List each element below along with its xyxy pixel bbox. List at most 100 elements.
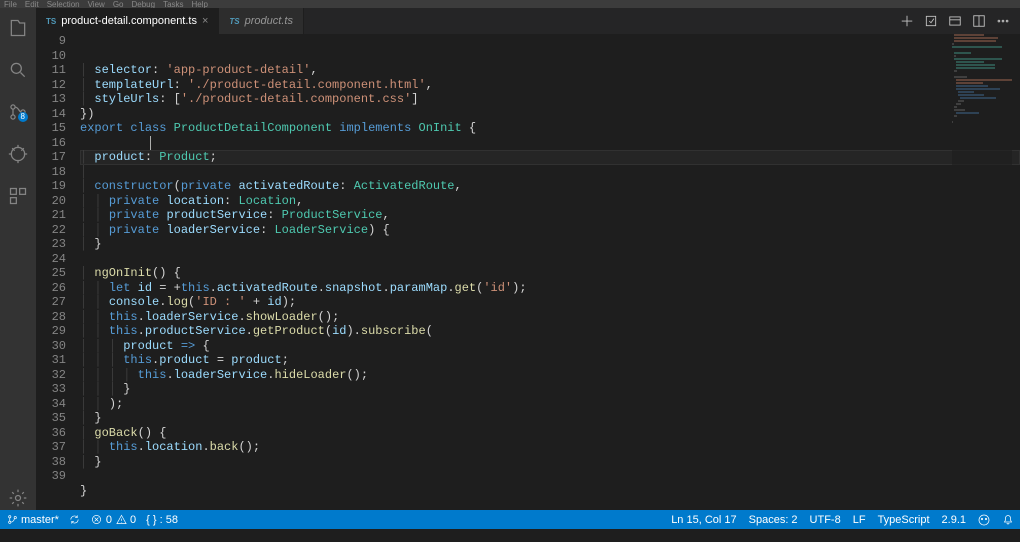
code-line[interactable]: │ │ this.location.back(); (80, 440, 1020, 455)
line-number: 13 (36, 92, 66, 107)
minimap[interactable] (952, 34, 1012, 510)
line-number: 37 (36, 440, 66, 455)
typescript-file-icon: TS (46, 17, 56, 26)
language-mode[interactable]: TypeScript (878, 514, 930, 526)
code-line[interactable]: │ │ │ } (80, 382, 1020, 397)
line-number: 20 (36, 194, 66, 209)
more-icon[interactable] (996, 14, 1010, 28)
line-number: 12 (36, 78, 66, 93)
code-line[interactable]: │ │ ); (80, 397, 1020, 412)
scm-badge: 8 (18, 112, 28, 122)
split-editor-icon[interactable] (972, 14, 986, 28)
code-content[interactable]: │ selector: 'app-product-detail',│ templ… (80, 34, 1020, 510)
typescript-file-icon: TS (229, 17, 239, 26)
feedback-icon[interactable] (978, 514, 990, 526)
close-icon[interactable]: × (202, 15, 208, 27)
sync-button[interactable] (69, 514, 81, 526)
code-editor[interactable]: 9101112131415161718192021222324252627282… (36, 34, 1020, 510)
ts-version[interactable]: 2.9.1 (942, 514, 966, 526)
code-line[interactable]: │ product: Product; (80, 150, 1020, 165)
notifications-icon[interactable] (1002, 514, 1014, 526)
warning-count: 0 (130, 514, 136, 526)
code-line[interactable]: │ templateUrl: './product-detail.compone… (80, 78, 1020, 93)
code-line[interactable]: │ │ this.loaderService.showLoader(); (80, 310, 1020, 325)
code-line[interactable]: │ ngOnInit() { (80, 266, 1020, 281)
line-number: 34 (36, 397, 66, 412)
code-line[interactable]: │ } (80, 237, 1020, 252)
sync-icon (69, 514, 81, 526)
line-number: 30 (36, 339, 66, 354)
code-line[interactable]: │ │ console.log('ID : ' + id); (80, 295, 1020, 310)
menubar[interactable]: File Edit Selection View Go Debug Tasks … (0, 0, 1020, 8)
code-line[interactable]: │ │ private location: Location, (80, 194, 1020, 209)
code-line[interactable]: │ │ private productService: ProductServi… (80, 208, 1020, 223)
code-line[interactable]: } (80, 484, 1020, 499)
line-number: 22 (36, 223, 66, 238)
search-icon[interactable] (6, 58, 30, 82)
preview-icon[interactable] (948, 14, 962, 28)
line-number: 16 (36, 136, 66, 151)
git-branch[interactable]: master* (6, 514, 59, 526)
open-changes-icon[interactable] (924, 14, 938, 28)
line-number: 26 (36, 281, 66, 296)
tab-label: product-detail.component.ts (61, 15, 197, 27)
code-line[interactable]: │ │ let id = +this.activatedRoute.snapsh… (80, 281, 1020, 296)
code-line[interactable] (80, 252, 1020, 267)
line-number: 38 (36, 455, 66, 470)
error-icon (91, 514, 103, 526)
branch-name: master* (21, 514, 59, 526)
line-number: 28 (36, 310, 66, 325)
cursor-position[interactable]: Ln 15, Col 17 (671, 514, 736, 526)
compare-changes-icon[interactable] (900, 14, 914, 28)
problems[interactable]: 0 0 (91, 514, 136, 526)
line-number: 10 (36, 49, 66, 64)
code-line[interactable]: │ (80, 165, 1020, 180)
code-line[interactable]: │ │ │ this.product = product; (80, 353, 1020, 368)
code-line[interactable]: │ } (80, 455, 1020, 470)
line-number: 33 (36, 382, 66, 397)
code-line[interactable]: │ goBack() { (80, 426, 1020, 441)
tab-product-ts[interactable]: TS product.ts (219, 8, 304, 34)
debug-icon[interactable] (6, 142, 30, 166)
line-number: 29 (36, 324, 66, 339)
status-bar: master* 0 0 { } : 58 Ln 15, Col 17 Space… (0, 510, 1020, 529)
code-line[interactable] (80, 469, 1020, 484)
line-number: 25 (36, 266, 66, 281)
extensions-icon[interactable] (6, 184, 30, 208)
code-line[interactable]: }) (80, 107, 1020, 122)
tab-label: product.ts (245, 15, 293, 27)
bracket-info[interactable]: { } : 58 (146, 514, 178, 526)
editor-tabs: TS product-detail.component.ts × TS prod… (36, 8, 1020, 34)
line-number: 21 (36, 208, 66, 223)
encoding[interactable]: UTF-8 (810, 514, 841, 526)
line-number: 35 (36, 411, 66, 426)
code-line[interactable]: │ │ │ │ this.loaderService.hideLoader(); (80, 368, 1020, 383)
code-line[interactable]: │ selector: 'app-product-detail', (80, 63, 1020, 78)
line-number: 24 (36, 252, 66, 267)
code-line[interactable]: │ constructor(private activatedRoute: Ac… (80, 179, 1020, 194)
editor-toolbar (900, 8, 1020, 34)
line-number: 18 (36, 165, 66, 180)
line-number: 19 (36, 179, 66, 194)
line-number: 23 (36, 237, 66, 252)
line-number: 9 (36, 34, 66, 49)
explorer-icon[interactable] (6, 16, 30, 40)
code-line[interactable]: │ │ this.productService.getProduct(id).s… (80, 324, 1020, 339)
line-number: 31 (36, 353, 66, 368)
warning-icon (115, 514, 127, 526)
code-line[interactable]: │ │ private loaderService: LoaderService… (80, 223, 1020, 238)
code-line[interactable]: │ │ │ product => { (80, 339, 1020, 354)
line-number: 36 (36, 426, 66, 441)
line-number: 32 (36, 368, 66, 383)
code-line[interactable]: │ } (80, 411, 1020, 426)
code-line[interactable] (80, 136, 1020, 151)
indentation[interactable]: Spaces: 2 (749, 514, 798, 526)
tab-product-detail-component[interactable]: TS product-detail.component.ts × (36, 8, 219, 34)
code-line[interactable]: export class ProductDetailComponent impl… (80, 121, 1020, 136)
eol[interactable]: LF (853, 514, 866, 526)
code-line[interactable]: │ styleUrls: ['./product-detail.componen… (80, 92, 1020, 107)
branch-icon (6, 514, 18, 526)
settings-gear-icon[interactable] (6, 486, 30, 510)
bracket-text: { } : 58 (146, 514, 178, 526)
line-number: 11 (36, 63, 66, 78)
